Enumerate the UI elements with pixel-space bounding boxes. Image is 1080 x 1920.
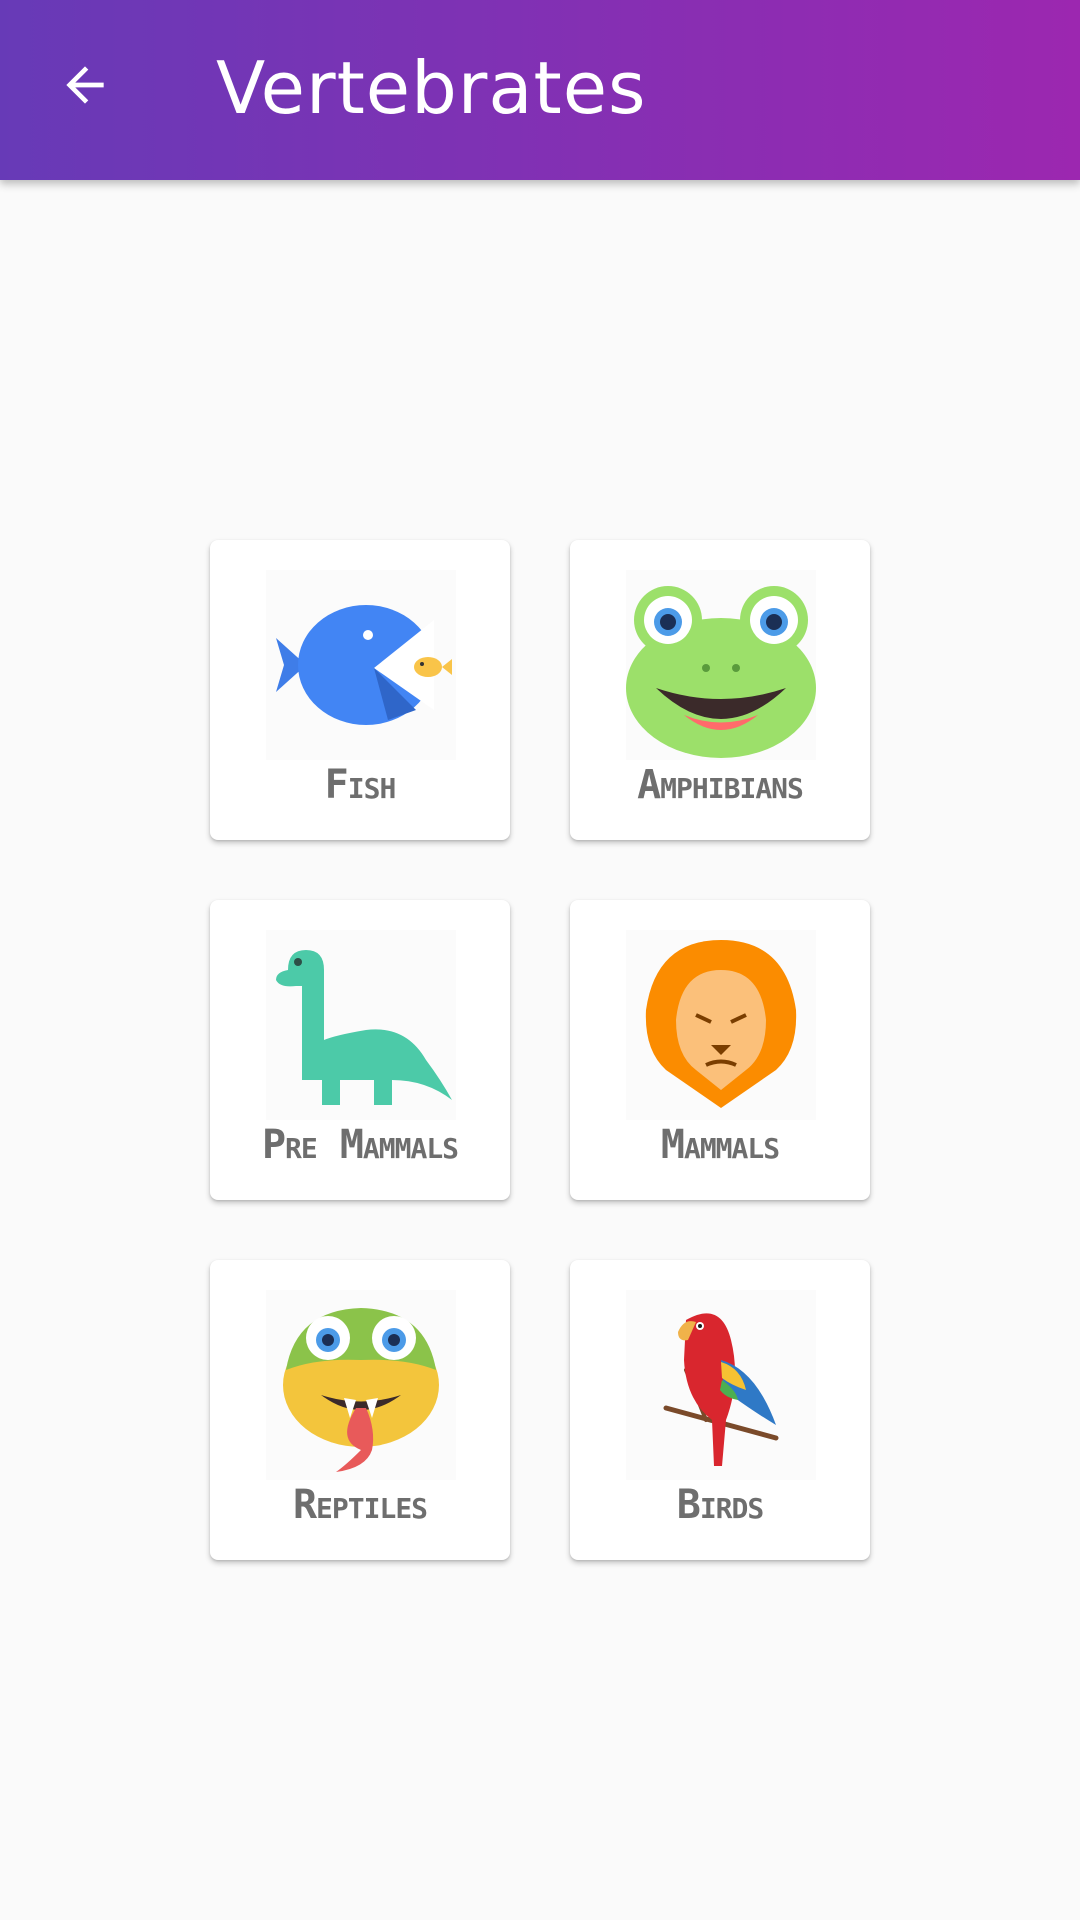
fish-icon — [266, 570, 456, 760]
parrot-icon — [626, 1290, 816, 1480]
dinosaur-icon — [266, 930, 456, 1120]
category-grid: Fish Amphibians Pre Mammals Mammals Rept… — [0, 0, 1080, 1920]
category-label-mammals: Mammals — [660, 1122, 780, 1168]
category-label-reptiles: Reptiles — [292, 1482, 428, 1528]
snake-icon — [266, 1290, 456, 1480]
frog-icon — [626, 570, 816, 760]
category-card-amphibians[interactable]: Amphibians — [570, 540, 870, 840]
category-card-birds[interactable]: Birds — [570, 1260, 870, 1560]
category-card-mammals[interactable]: Mammals — [570, 900, 870, 1200]
back-button[interactable] — [40, 42, 130, 132]
category-label-fish: Fish — [324, 762, 397, 808]
category-label-pre-mammals: Pre Mammals — [261, 1122, 459, 1168]
lion-icon — [626, 930, 816, 1120]
app-bar: Vertebrates — [0, 0, 1080, 180]
category-card-reptiles[interactable]: Reptiles — [210, 1260, 510, 1560]
category-card-pre-mammals[interactable]: Pre Mammals — [210, 900, 510, 1200]
arrow-left-icon — [57, 57, 113, 117]
page-title: Vertebrates — [216, 46, 647, 130]
category-label-birds: Birds — [676, 1482, 765, 1528]
category-label-amphibians: Amphibians — [637, 762, 804, 808]
category-card-fish[interactable]: Fish — [210, 540, 510, 840]
